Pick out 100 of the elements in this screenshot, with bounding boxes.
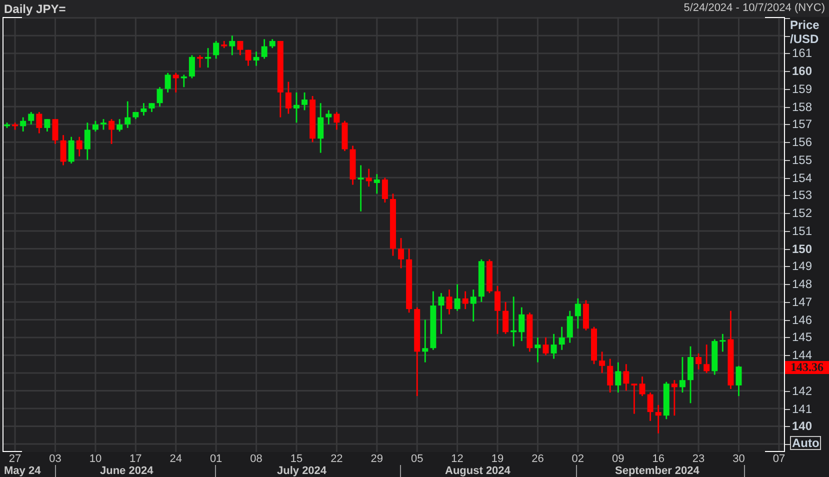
candlestick [566,310,573,343]
candlestick [180,74,187,88]
candlestick [390,194,396,256]
candlestick [213,40,220,59]
y-tick-label: 156 [792,135,812,150]
x-tick-label: 09 [611,453,626,465]
candlestick [704,344,710,373]
x-tick-label: 27 [8,453,22,465]
candlestick [374,174,380,194]
candlestick [100,119,106,130]
candlestick [591,326,597,364]
candlestick [334,112,340,130]
candlestick [574,298,581,329]
candlestick [655,404,662,434]
y-tick-label: 148 [792,277,812,292]
candlestick [20,117,26,132]
candlestick [318,103,324,153]
month-label: July 2024 [277,465,327,477]
x-tick-label: 22 [330,453,344,465]
candlestick [92,120,98,132]
y-tick-label: 147 [792,294,812,309]
candlestick [237,40,244,56]
x-tick-label: 10 [88,453,103,465]
candlestick [542,337,549,356]
auto-button[interactable]: Auto [790,436,822,450]
y-tick-label: 154 [792,170,812,185]
candlestick [302,92,308,110]
candlestick [124,101,131,128]
candlestick [172,72,179,92]
candlestick [310,96,316,142]
axis-title: Price /USD [790,18,820,46]
x-tick-label: 02 [570,453,586,465]
candlestick [205,48,212,68]
candlestick [132,112,139,120]
x-tick-label: 03 [48,453,62,465]
candlestick [486,259,492,294]
chart-title: Daily JPY= [4,0,66,18]
y-tick-label: 161 [792,46,812,60]
candlestick [679,357,686,393]
candlestick [615,362,622,393]
x-tick-label: 01 [208,453,224,465]
y-tick-label: 151 [792,224,812,238]
candlestick [502,302,509,334]
y-tick-label: 159 [792,82,812,96]
candlestick [382,178,388,203]
y-tick-label: 142 [792,384,812,398]
x-tick-label: 12 [450,453,464,465]
candlestick [558,326,565,350]
candlestick [663,382,670,420]
candlestick [12,122,18,130]
candlestick [342,120,348,152]
x-tick-label: 24 [168,453,183,465]
candlestick [28,112,34,124]
candlestick [221,40,228,48]
candlestick [261,39,268,59]
candlestick [269,39,276,48]
candlestick [688,346,694,404]
x-tick-label: 05 [410,453,424,465]
y-tick-label: 152 [792,206,812,220]
candlestick [350,146,356,185]
y-tick-label: 160 [792,64,812,78]
candlestick [293,92,300,123]
candlestick [68,136,74,164]
candlestick [623,364,630,391]
candlestick [494,286,501,334]
y-tick-label: 145 [792,330,812,344]
candlestick [462,291,468,310]
candlestick [76,136,82,156]
x-tick-label: 26 [530,453,545,465]
candlestick [326,110,332,124]
candlestick [671,380,678,416]
candlestick [696,353,702,370]
x-tick-label: 29 [370,453,384,465]
candlestick [639,376,646,396]
y-tick-label: 146 [792,312,812,327]
candlestick [197,55,203,68]
candlestick [366,168,372,187]
candlestick [599,352,606,373]
candlestick [253,52,260,66]
candlestick [607,358,614,393]
y-tick-label: 153 [792,188,812,202]
candlestick [84,122,90,160]
y-tick-label: 158 [792,100,812,114]
y-tick-label: 149 [792,259,812,274]
candlestick [720,334,726,352]
candlestick [422,320,428,362]
candlestick [245,50,252,66]
candlestick [647,392,654,421]
candlestick [526,312,533,352]
candlestick [156,87,163,107]
month-label: May 24 [4,465,41,477]
candlestick [52,119,58,144]
x-tick-label: 19 [490,453,505,465]
candlestick [108,119,115,144]
candlestick [582,300,589,330]
y-tick-label: 150 [792,242,812,256]
candlestick [510,296,517,346]
candlestick [438,293,444,334]
candlestick [140,103,147,116]
candlestick [534,337,541,362]
